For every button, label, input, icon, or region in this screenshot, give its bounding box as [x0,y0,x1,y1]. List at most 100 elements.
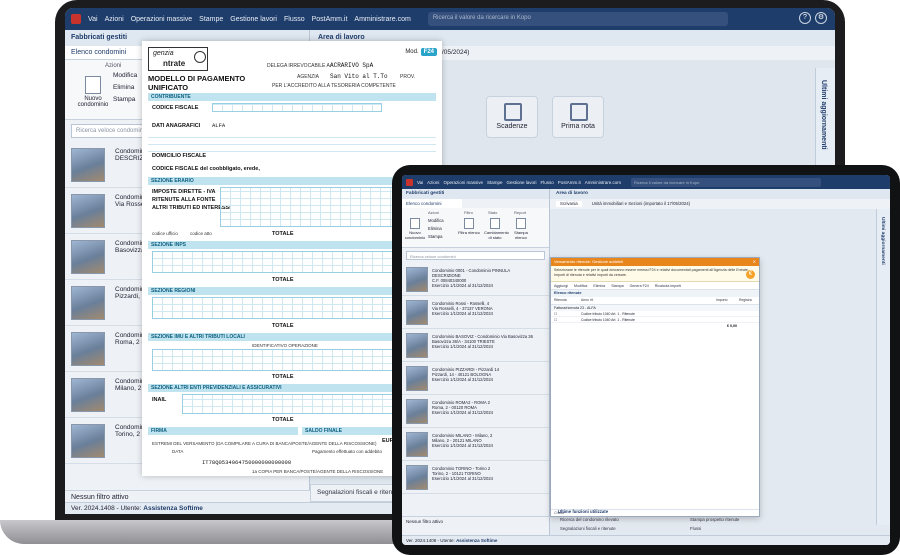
menu-flusso[interactable]: Flusso [540,180,553,185]
building-thumbnail [71,332,105,366]
menu-vai[interactable]: Vai [88,16,98,23]
delete-button[interactable]: Elimina [113,84,134,91]
list-search-input[interactable]: Ricerca veloce condomini [406,251,545,260]
building-thumbnail [71,378,105,412]
menu-postamm[interactable]: PostAmm.it [312,16,348,23]
list-item[interactable]: Condominio BASOVIZ - Condominio Via Baso… [402,329,549,362]
building-thumbnail [71,424,105,458]
dlg-recalc-button[interactable]: Ricalcola importi [655,284,681,288]
edit-button[interactable]: Modifica [113,72,137,79]
tab-unita-immobiliari[interactable]: Unità immobiliari e Sezioni (importato i… [592,201,690,207]
change-state-button[interactable]: Cambiamento di stato [484,218,509,240]
help-icon[interactable]: ? [799,12,811,24]
ritenute-dialog: Versamento ritenute: Gestione addebiti ✕ … [550,257,760,517]
printer-icon [516,218,526,229]
table-header: Ritenuta Anno rif. Importo Registra [551,297,759,305]
checkbox-icon[interactable]: ☐ [554,312,557,316]
ledger-icon [570,103,588,121]
window-controls: ? ⚙ [799,12,827,24]
tile-scadenze[interactable]: Scadenze [486,96,538,138]
menu-vai[interactable]: Vai [417,180,423,185]
list-item[interactable]: Condominio MILANO - Milano, 2 Milano, 2 -… [402,428,549,461]
menu-amministrare[interactable]: Amministrare.com [585,180,621,185]
menu-flusso[interactable]: Flusso [284,16,305,23]
state-icon [490,218,500,229]
menu-gestione-lavori[interactable]: Gestione lavori [230,16,277,23]
tablet-main-area: Area di lavoro Scrivania Unità immobilia… [550,189,890,535]
building-thumbnail [406,366,428,391]
building-thumbnail [406,300,428,325]
list-item[interactable]: Condominio ROMA2 - ROMA 2 Roma, 2 - 00120… [402,395,549,428]
ribbon-toolbar: Azioni Filtro Stato Report Nuovo condomi… [402,208,549,248]
dlg-delete-button[interactable]: Elimina [593,284,605,288]
menu-operazioni-massive[interactable]: Operazioni massive [443,180,483,185]
menu-postamm[interactable]: PostAmm.it [558,180,581,185]
filter-list-button[interactable]: Filtra elenco [458,218,480,235]
menu-stampe[interactable]: Stampe [487,180,503,185]
recent-item[interactable]: Ricerca del condomino rilevato [560,517,619,522]
tile-prima-nota[interactable]: Prima nota [552,96,604,138]
side-panel-updates[interactable]: Ultimi aggiornamenti [876,209,890,525]
building-thumbnail [406,399,428,424]
list-item[interactable]: Condominio PIZZARDI - Pizzardi 14 Pizzard… [402,362,549,395]
dlg-edit-button[interactable]: Modifica [574,284,587,288]
menu-azioni[interactable]: Azioni [105,16,124,23]
edit-button[interactable]: Modifica [428,218,444,223]
form-title: MODELLO DI PAGAMENTO [148,74,246,83]
emblem-icon [194,51,206,63]
iban-value: IT78Q0534064750000000000000 [202,459,292,466]
dialog-toolbar: Aggiungi Modifica Elimina Stampa Genera … [551,282,759,290]
menu-azioni[interactable]: Azioni [427,180,439,185]
list-item[interactable]: Condominio TORINO - Torino 2 Torino, 2 - … [402,461,549,494]
recent-item[interactable]: Flussi [690,526,701,531]
menu-operazioni-massive[interactable]: Operazioni massive [131,16,192,23]
global-search-input[interactable]: Ricerca il valore da ricercare in Kopo [427,12,728,26]
delega-value: ACRARIVO SpA [330,62,374,69]
tablet-menubar: Vai Azioni Operazioni massive Stampe Ges… [402,175,890,189]
new-condominio-button[interactable]: Nuovo condominio [73,76,113,108]
model-badge: Mod. F24 [405,48,437,56]
building-thumbnail [406,333,428,358]
new-condominio-button[interactable]: Nuovo condominio [404,218,426,240]
dlg-add-button[interactable]: Aggiungi [554,284,568,288]
tab-elenco-condomini[interactable]: Elenco condomini [402,199,462,208]
filter-status[interactable]: Nessun filtro attivo [402,516,550,525]
checkbox-icon[interactable]: ☐ [554,318,557,322]
new-document-icon [410,218,420,229]
print-button[interactable]: Stampa [113,96,135,103]
menu-gestione-lavori[interactable]: Gestione lavori [506,180,536,185]
list-item[interactable]: Condominio Rossi - Rosselli, 4 Via Rossel… [402,296,549,329]
building-thumbnail [71,240,105,274]
recent-item[interactable]: Segnalazioni fiscali e ritenute [560,526,616,531]
recent-item[interactable]: Stampa prospetto ritenute [690,517,739,522]
menu-stampe[interactable]: Stampe [199,16,223,23]
cf-boxes [212,103,382,112]
dlg-f24-button[interactable]: Genera F24 [630,284,649,288]
tab-scrivania[interactable]: Scrivania [556,201,582,207]
tablet-screen: Vai Azioni Operazioni massive Stampe Ges… [402,175,890,545]
dialog-info: Selezionare le ritenute per le quali dov… [551,266,759,282]
building-thumbnail [406,267,428,292]
form-subtitle: UNIFICATO [148,83,189,92]
close-icon[interactable]: ✕ [753,259,756,264]
dlg-print-button[interactable]: Stampa [611,284,623,288]
menu-amministrare[interactable]: Amministrare.com [354,16,410,23]
dialog-title: Versamento ritenute: Gestione addebiti ✕ [551,258,759,266]
tablet-left-panel: Fabbricati gestiti Elenco condomini Azio… [402,189,550,535]
laptop-menubar: Vai Azioni Operazioni massive Stampe Ges… [65,8,835,30]
print-button[interactable]: Stampa [428,234,442,239]
delete-button[interactable]: Elimina [428,226,442,231]
band-contribuente: CONTRIBUENTE [148,93,436,101]
funnel-icon [464,218,474,229]
app-logo-icon [406,178,413,186]
building-thumbnail [406,432,428,457]
gear-icon[interactable]: ⚙ [815,12,827,24]
band-firma: FIRMA [148,427,298,435]
global-search-input[interactable]: Ricerca il valore da ricercare in Kopo [631,177,822,187]
status-bar: Ver. 2024.1408 - Utente: Assistenza Soft… [402,535,890,545]
building-thumbnail [71,194,105,228]
section-title: Elenco ritenute [551,290,759,297]
print-list-button[interactable]: Stampa elenco [510,218,532,240]
ribbon-group-label: Azioni [105,63,122,69]
list-item[interactable]: Condominio 0001 - Condominio PINNULA DESC… [402,263,549,296]
